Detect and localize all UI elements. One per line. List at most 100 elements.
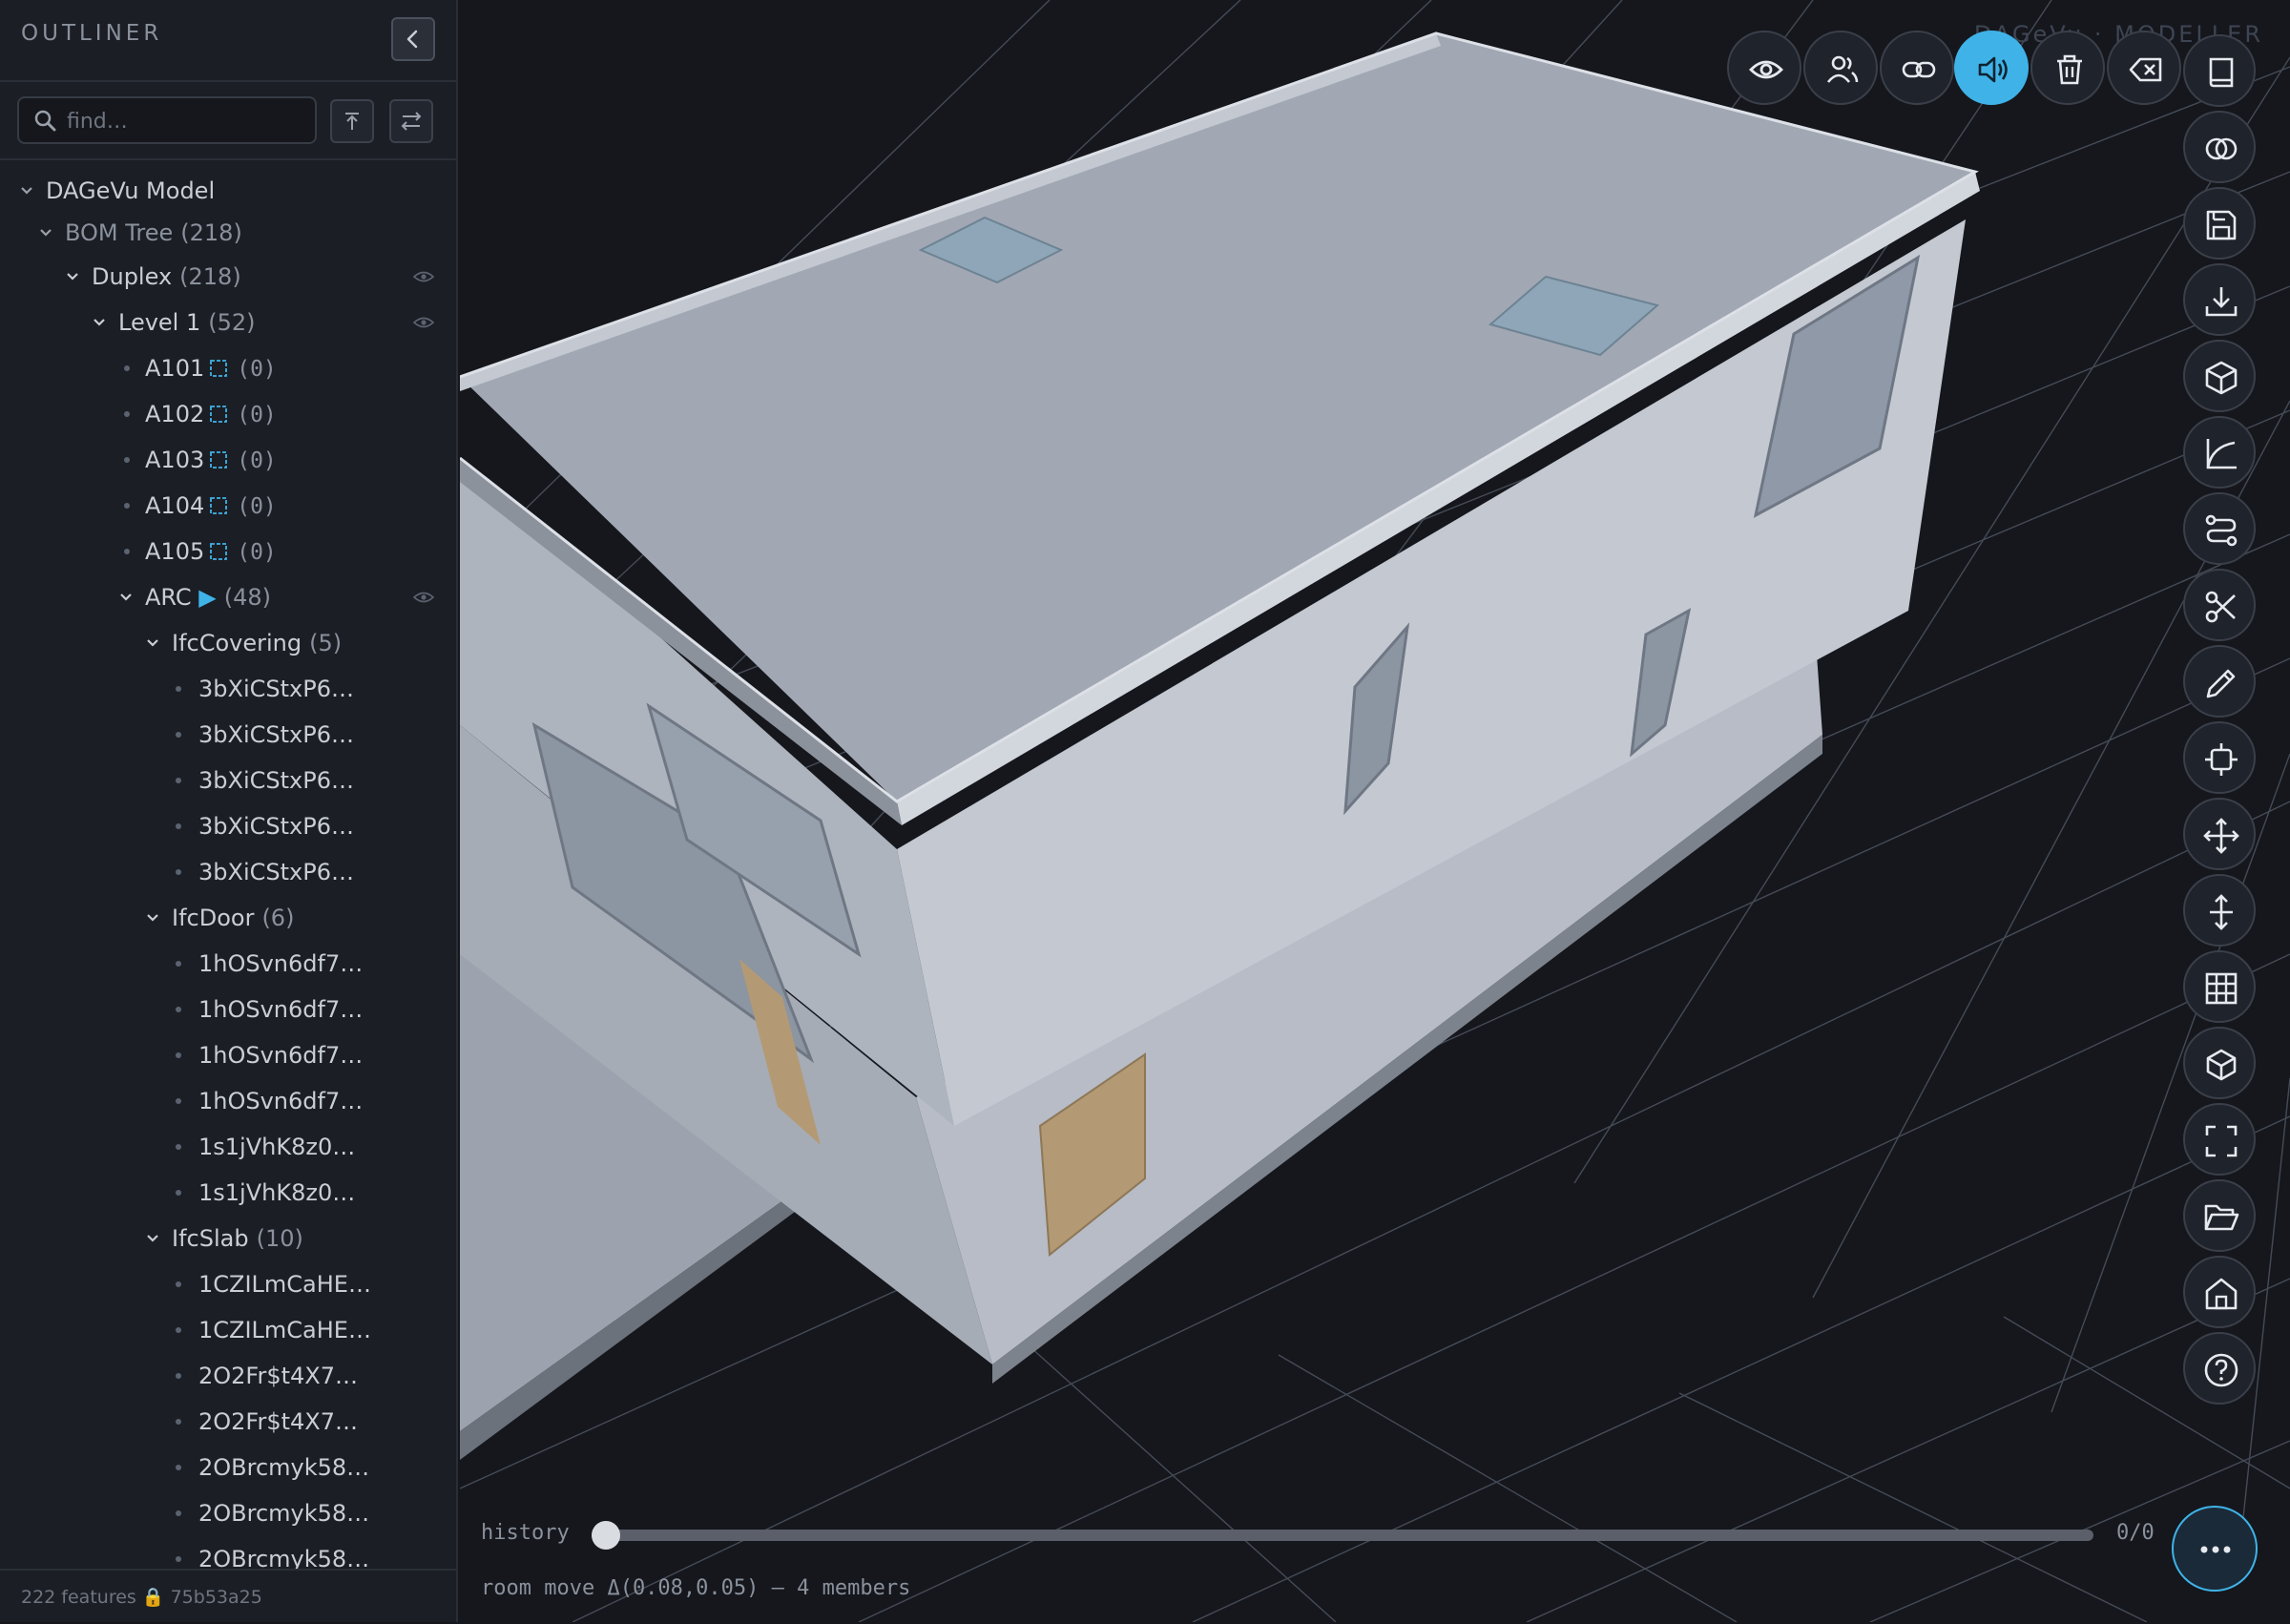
cube-button[interactable] <box>2183 1027 2256 1099</box>
grid-button[interactable] <box>2183 950 2256 1023</box>
visibility-eye-icon[interactable] <box>412 315 435 330</box>
collapse-sidebar-button[interactable] <box>391 17 435 61</box>
help-button[interactable] <box>2183 1332 2256 1405</box>
tree-leaf[interactable]: 1s1jVhK8z0… <box>0 1172 456 1214</box>
home-icon <box>2205 1278 2238 1310</box>
tree-leaf[interactable]: 2O2Fr$t4X7… <box>0 1355 456 1397</box>
move-icon <box>2203 818 2239 854</box>
chevron-down-icon[interactable] <box>143 1218 162 1260</box>
more-button[interactable] <box>2172 1506 2258 1592</box>
tree-node-root[interactable]: DAGeVu Model <box>0 170 456 212</box>
tree-leaf[interactable]: 1hOSvn6df7… <box>0 943 456 985</box>
audio-button[interactable] <box>1954 31 2029 105</box>
bullet <box>176 732 181 738</box>
tree-leaf[interactable]: 1CZILmCaHE… <box>0 1263 456 1305</box>
clear-button[interactable] <box>2107 31 2181 105</box>
move-button[interactable] <box>2183 798 2256 870</box>
tree-node-count: (0) <box>237 448 277 473</box>
route-button[interactable] <box>2183 492 2256 565</box>
scissors-icon <box>2205 591 2236 623</box>
cube-icon <box>2206 1049 2237 1081</box>
chevron-down-icon[interactable] <box>143 897 162 939</box>
tree-node-room[interactable]: A105 (0) <box>0 531 456 573</box>
tree-leaf[interactable]: 3bXiCStxP6… <box>0 805 456 847</box>
element-id: 3bXiCStxP6… <box>198 721 354 748</box>
curve-button[interactable] <box>2183 416 2256 489</box>
fullscreen-button[interactable] <box>2183 1103 2256 1176</box>
download-button[interactable] <box>2183 263 2256 336</box>
tree-node-room[interactable]: A103 (0) <box>0 439 456 481</box>
element-id: 1hOSvn6df7… <box>198 1088 364 1114</box>
visibility-button[interactable] <box>1727 31 1801 105</box>
collapse-all-button[interactable] <box>330 99 374 143</box>
tree-node-ifcslab[interactable]: IfcSlab (10) <box>0 1218 456 1260</box>
home-button[interactable] <box>2183 1256 2256 1328</box>
room-label: A105 <box>145 538 205 565</box>
tree-node-duplex[interactable]: Duplex (218) <box>0 256 456 298</box>
vertical-move-button[interactable] <box>2183 874 2256 947</box>
pencil-icon <box>2206 669 2236 698</box>
save-button[interactable] <box>2183 187 2256 260</box>
bullet <box>176 823 181 829</box>
tree-leaf[interactable]: 3bXiCStxP6… <box>0 668 456 710</box>
draw-button[interactable] <box>2183 645 2256 718</box>
swap-button[interactable] <box>389 99 433 143</box>
history-slider-track[interactable] <box>592 1530 2093 1541</box>
intersect-button[interactable] <box>2183 111 2256 183</box>
members-button[interactable] <box>1803 31 1878 105</box>
history-slider-thumb[interactable] <box>592 1521 620 1550</box>
tree-node-room[interactable]: A101 (0) <box>0 347 456 389</box>
tree-node-room[interactable]: A104 (0) <box>0 485 456 527</box>
tree-leaf[interactable]: 3bXiCStxP6… <box>0 714 456 756</box>
room-bounds-icon <box>210 406 228 423</box>
snap-button[interactable] <box>2183 721 2256 794</box>
element-id: 1s1jVhK8z0… <box>198 1179 356 1206</box>
tree-leaf[interactable]: 1hOSvn6df7… <box>0 1080 456 1122</box>
tree-leaf[interactable]: 2OBrcmyk58… <box>0 1447 456 1489</box>
tree-leaf[interactable]: 2O2Fr$t4X7… <box>0 1401 456 1443</box>
tree-leaf[interactable]: 1s1jVhK8z0… <box>0 1126 456 1168</box>
tree-node-ifcdoor[interactable]: IfcDoor (6) <box>0 897 456 939</box>
element-id: 3bXiCStxP6… <box>198 813 354 840</box>
search-input[interactable] <box>65 106 307 136</box>
eye-icon <box>1749 60 1783 79</box>
tree-node-arc[interactable]: ARC ▶ (48) <box>0 576 456 618</box>
bullet <box>124 365 130 371</box>
chevron-down-icon[interactable] <box>143 622 162 664</box>
chevron-down-icon[interactable] <box>36 212 55 254</box>
tree-node-ifccovering[interactable]: IfcCovering (5) <box>0 622 456 664</box>
chevron-down-icon[interactable] <box>116 576 135 618</box>
book-button[interactable] <box>2183 34 2256 107</box>
tree-node-level1[interactable]: Level 1 (52) <box>0 302 456 344</box>
tree-leaf[interactable]: 2OBrcmyk58… <box>0 1492 456 1534</box>
chevron-down-icon[interactable] <box>63 256 82 298</box>
feature-count: 222 features <box>21 1587 136 1608</box>
model-scene[interactable] <box>460 0 2290 1622</box>
tree-node-room[interactable]: A102 (0) <box>0 393 456 435</box>
room-label: A101 <box>145 355 205 382</box>
chevron-down-icon[interactable] <box>17 170 36 212</box>
tree-leaf[interactable]: 1CZILmCaHE… <box>0 1309 456 1351</box>
tree-node-bom[interactable]: BOM Tree (218) <box>0 212 456 254</box>
folder-icon <box>2204 1204 2239 1231</box>
tree-leaf[interactable]: 3bXiCStxP6… <box>0 760 456 802</box>
tree-leaf[interactable]: 2OBrcmyk58… <box>0 1538 456 1569</box>
tree-leaf[interactable]: 3bXiCStxP6… <box>0 851 456 893</box>
volume-icon <box>1978 56 2008 83</box>
tree-node-count: (52) <box>208 309 256 336</box>
element-id: 2O2Fr$t4X7… <box>198 1363 359 1389</box>
tree-leaf[interactable]: 1hOSvn6df7… <box>0 989 456 1031</box>
link-button[interactable] <box>1880 31 1954 105</box>
download-icon <box>2205 287 2238 317</box>
chevron-down-icon[interactable] <box>90 302 109 344</box>
open-button[interactable] <box>2183 1179 2256 1252</box>
bullet <box>124 457 130 463</box>
delete-button[interactable] <box>2030 31 2105 105</box>
tree-leaf[interactable]: 1hOSvn6df7… <box>0 1034 456 1076</box>
bullet <box>176 1144 181 1150</box>
visibility-eye-icon[interactable] <box>412 590 435 605</box>
box-button[interactable] <box>2183 340 2256 412</box>
visibility-eye-icon[interactable] <box>412 269 435 284</box>
3d-viewport[interactable]: DAGeVu · MODELLER <box>460 0 2290 1622</box>
cut-button[interactable] <box>2183 569 2256 641</box>
